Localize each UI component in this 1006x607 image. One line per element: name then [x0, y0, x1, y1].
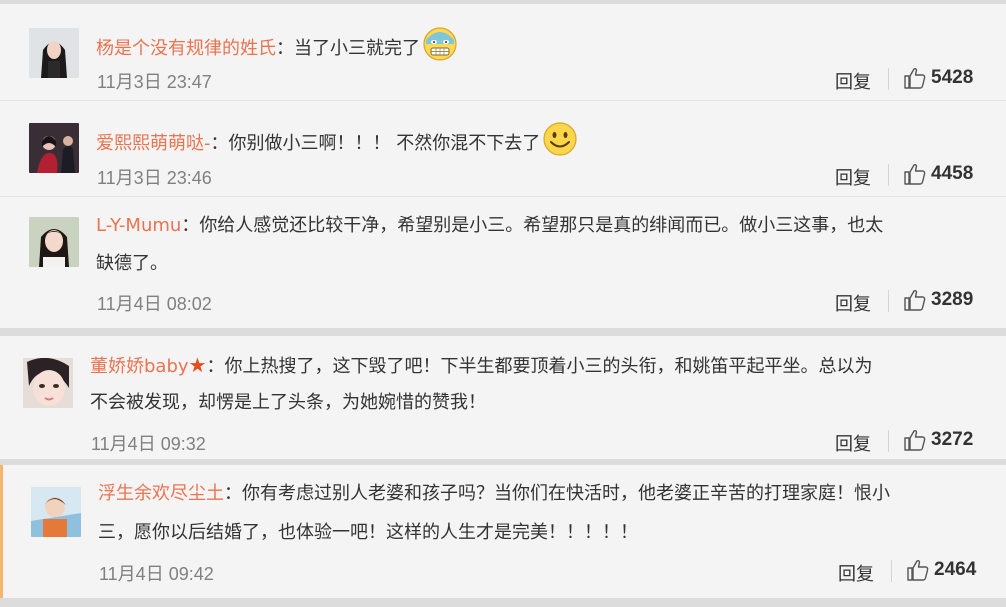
comment-item: 董娇娇baby★：你上热搜了，这下毁了吧！下半生都要顶着小三的头衔，和姚笛平起平…	[0, 336, 1006, 459]
username-link[interactable]: 杨是个没有规律的姓氏	[96, 38, 276, 59]
comment-text-line: 不会被发现，却愣是上了头条，为她婉惜的赞我！	[90, 388, 486, 418]
separator: ：	[181, 215, 200, 236]
separator: ：	[206, 356, 225, 377]
comment-text-line: L-Y-Mumu：你给人感觉还比较干净，希望别是小三。希望那只是真的绯闻而已。做…	[96, 211, 883, 241]
comment-time: 11月4日 09:42	[99, 564, 214, 584]
comment-text: 你上热搜了，这下毁了吧！下半生都要顶着小三的头衔，和姚笛平起平坐。总以为	[224, 356, 873, 377]
grimace-emoji-icon	[422, 26, 458, 72]
like-count: 3272	[931, 429, 974, 450]
block-separator	[0, 598, 1006, 607]
comment-text-line: 浮生余欢尽尘土：你有考虑过别人老婆和孩子吗？当你们在快活时，他老婆正辛苦的打理家…	[98, 479, 890, 509]
comment-text-line: 三，愿你以后结婚了，也体验一吧！这样的人生才是完美！！！！！	[98, 518, 638, 548]
comment-text: 你别做小三啊！！！ 不然你混不下去了	[228, 133, 541, 154]
username-link[interactable]: 董娇娇baby	[90, 356, 189, 377]
comment-text: 不会被发现，却愣是上了头条，为她婉惜的赞我！	[90, 392, 486, 413]
like-button[interactable]: 2464	[906, 559, 976, 581]
block-separator	[0, 328, 1006, 336]
avatar[interactable]	[29, 28, 79, 78]
like-count: 2464	[934, 559, 977, 580]
smile-emoji-icon	[542, 121, 578, 167]
comment-item: 浮生余欢尽尘土：你有考虑过别人老婆和孩子吗？当你们在快活时，他老婆正辛苦的打理家…	[0, 465, 1006, 598]
thumbs-up-icon	[904, 289, 926, 311]
comment-text: 缺德了。	[96, 253, 168, 274]
separator: ：	[224, 483, 242, 504]
username-link[interactable]: 爱熙熙萌萌哒-	[96, 133, 211, 154]
separator: ：	[276, 38, 294, 59]
comment-text: 你给人感觉还比较干净，希望别是小三。希望那只是真的绯闻而已。做小三这事，也太	[199, 215, 884, 236]
thumbs-up-icon	[907, 559, 929, 581]
reply-button[interactable]: 回复	[835, 430, 871, 456]
comment-text-line: 缺德了。	[96, 249, 168, 279]
comment-time: 11月4日 09:32	[91, 434, 206, 454]
like-count: 3289	[931, 289, 974, 310]
separator: ：	[210, 133, 229, 154]
comment-item: 杨是个没有规律的姓氏：当了小三就完了 11月3日 23:47 回复 5428	[0, 4, 1006, 101]
avatar[interactable]	[29, 123, 79, 173]
username-link[interactable]: 浮生余欢尽尘土	[98, 483, 224, 504]
like-button[interactable]: 3272	[903, 429, 973, 451]
comment-text: 当了小三就完了	[294, 38, 420, 59]
vertical-divider	[888, 290, 889, 312]
comment-text: 三，愿你以后结婚了，也体验一吧！这样的人生才是完美！！！！！	[98, 522, 638, 543]
reply-button[interactable]: 回复	[838, 560, 874, 586]
like-button[interactable]: 4458	[903, 163, 973, 185]
vertical-divider	[888, 164, 889, 186]
vertical-divider	[888, 68, 889, 90]
comment-time: 11月3日 23:46	[97, 168, 212, 188]
like-button[interactable]: 5428	[903, 67, 973, 89]
like-button[interactable]: 3289	[903, 289, 973, 311]
vertical-divider	[891, 560, 892, 582]
star-badge-icon: ★	[188, 353, 207, 377]
reply-button[interactable]: 回复	[835, 164, 871, 190]
thumbs-up-icon	[904, 429, 926, 451]
like-count: 4458	[931, 163, 974, 184]
comment-time: 11月4日 08:02	[97, 294, 212, 314]
comment-time: 11月3日 23:47	[97, 72, 212, 92]
comment-text-line: 董娇娇baby★：你上热搜了，这下毁了吧！下半生都要顶着小三的头衔，和姚笛平起平…	[90, 350, 872, 382]
comment-text-line: 爱熙熙萌萌哒-：你别做小三啊！！！ 不然你混不下去了	[96, 121, 578, 167]
thumbs-up-icon	[904, 67, 926, 89]
reply-button[interactable]: 回复	[835, 290, 871, 316]
reply-button[interactable]: 回复	[835, 68, 871, 94]
username-link[interactable]: L-Y-Mumu	[96, 215, 181, 236]
avatar[interactable]	[23, 358, 73, 408]
avatar[interactable]	[31, 487, 81, 537]
comment-text: 你有考虑过别人老婆和孩子吗？当你们在快活时，他老婆正辛苦的打理家庭！恨小	[242, 483, 890, 504]
like-count: 5428	[931, 67, 974, 88]
comment-text-line: 杨是个没有规律的姓氏：当了小三就完了	[96, 26, 458, 72]
comment-item: L-Y-Mumu：你给人感觉还比较干净，希望别是小三。希望那只是真的绯闻而已。做…	[0, 197, 1006, 328]
vertical-divider	[888, 430, 889, 452]
thumbs-up-icon	[904, 163, 926, 185]
comment-item: 爱熙熙萌萌哒-：你别做小三啊！！！ 不然你混不下去了 11月3日 23:46 回…	[0, 101, 1006, 197]
avatar[interactable]	[29, 217, 79, 267]
